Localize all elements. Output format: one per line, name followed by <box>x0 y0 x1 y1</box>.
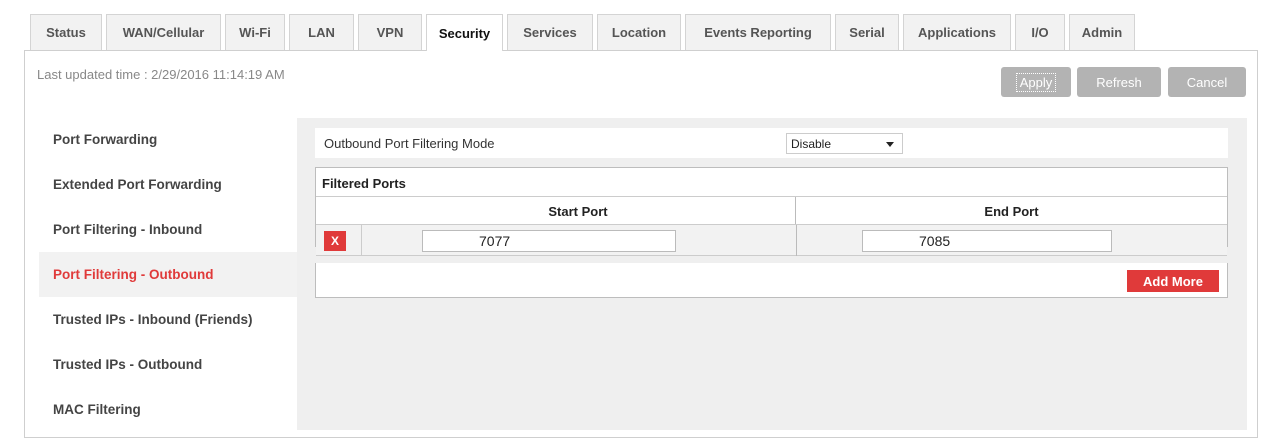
sidebar-item-label: Port Filtering - Outbound <box>53 267 214 282</box>
refresh-button-label: Refresh <box>1096 74 1142 90</box>
apply-button-label: Apply <box>1015 72 1057 92</box>
sidebar-item-extended-port-forwarding[interactable]: Extended Port Forwarding <box>39 162 297 207</box>
column-header-start-port: Start Port <box>361 197 796 225</box>
filtering-mode-value: Disable <box>791 136 832 151</box>
tab-admin[interactable]: Admin <box>1069 14 1135 50</box>
filtering-mode-label: Outbound Port Filtering Mode <box>324 136 495 151</box>
sidebar-item-label: Port Filtering - Inbound <box>53 222 203 237</box>
cancel-button-label: Cancel <box>1186 74 1228 90</box>
sidebar-item-label: Trusted IPs - Outbound <box>53 357 203 372</box>
end-port-input[interactable]: 7085 <box>862 230 1112 252</box>
apply-button[interactable]: Apply <box>1001 67 1071 97</box>
filtered-ports-title: Filtered Ports <box>322 176 406 191</box>
tab-label: Events Reporting <box>704 25 812 40</box>
tab-label: Wi-Fi <box>239 25 271 40</box>
delete-icon: X <box>330 234 339 248</box>
sidebar-item-label: Port Forwarding <box>53 132 158 147</box>
column-header-end-port: End Port <box>984 203 1039 219</box>
tab-label: Security <box>438 25 491 41</box>
tab-io[interactable]: I/O <box>1015 14 1065 50</box>
delete-row-button[interactable]: X <box>324 231 346 251</box>
tab-wifi[interactable]: Wi-Fi <box>225 14 285 50</box>
start-port-value: 7077 <box>479 233 511 249</box>
sidebar-item-label: Extended Port Forwarding <box>53 177 222 192</box>
last-updated-text: Last updated time : 2/29/2016 11:14:19 A… <box>37 67 285 82</box>
cancel-button[interactable]: Cancel <box>1168 67 1246 97</box>
sidebar-item-trusted-ips-outbound[interactable]: Trusted IPs - Outbound <box>39 342 297 387</box>
column-divider <box>361 225 362 256</box>
sidebar-item-port-filtering-outbound[interactable]: Port Filtering - Outbound <box>39 252 297 297</box>
tab-label: Admin <box>1081 25 1123 40</box>
sidebar-item-port-filtering-inbound[interactable]: Port Filtering - Inbound <box>39 207 297 252</box>
tab-status[interactable]: Status <box>30 14 102 50</box>
filtered-ports-table: Filtered Ports Start Port End Port X 707… <box>315 167 1228 256</box>
table-footer: Add More <box>315 263 1228 298</box>
tab-label: I/O <box>1031 25 1049 40</box>
tab-label: WAN/Cellular <box>122 25 205 40</box>
sidebar-item-mac-filtering[interactable]: MAC Filtering <box>39 387 297 432</box>
sidebar: Port Forwarding Extended Port Forwarding… <box>39 117 297 432</box>
main-frame: Last updated time : 2/29/2016 11:14:19 A… <box>24 50 1258 438</box>
tab-label: Status <box>46 25 86 40</box>
tab-location[interactable]: Location <box>597 14 681 50</box>
page: Status WAN/Cellular Wi-Fi LAN VPN Securi… <box>0 0 1269 446</box>
tab-wan-cellular[interactable]: WAN/Cellular <box>106 14 221 50</box>
filtering-mode-select[interactable]: Disable <box>786 133 903 154</box>
tab-vpn[interactable]: VPN <box>358 14 422 50</box>
tab-label: VPN <box>376 25 404 40</box>
add-more-label: Add More <box>1143 273 1203 289</box>
content-panel: Outbound Port Filtering Mode Disable Fil… <box>297 118 1247 430</box>
tab-services[interactable]: Services <box>507 14 593 50</box>
tab-label: Services <box>523 25 577 40</box>
tab-applications[interactable]: Applications <box>903 14 1011 50</box>
sidebar-item-label: MAC Filtering <box>53 402 141 417</box>
sidebar-item-trusted-ips-inbound[interactable]: Trusted IPs - Inbound (Friends) <box>39 297 297 342</box>
add-more-button[interactable]: Add More <box>1127 270 1219 292</box>
tab-label: Serial <box>849 25 885 40</box>
tab-label: Applications <box>917 25 996 40</box>
filtering-mode-row: Outbound Port Filtering Mode Disable <box>315 128 1228 158</box>
table-header: Start Port End Port <box>316 196 1227 225</box>
tab-label: Location <box>611 25 667 40</box>
sidebar-item-label: Trusted IPs - Inbound (Friends) <box>53 312 253 327</box>
tab-serial[interactable]: Serial <box>835 14 899 50</box>
end-port-value: 7085 <box>919 233 951 249</box>
tab-label: LAN <box>308 25 335 40</box>
tab-bar: Status WAN/Cellular Wi-Fi LAN VPN Securi… <box>30 14 1139 51</box>
tab-lan[interactable]: LAN <box>289 14 354 50</box>
column-divider <box>796 225 797 256</box>
tab-events-reporting[interactable]: Events Reporting <box>685 14 831 50</box>
chevron-down-icon <box>886 142 894 147</box>
tab-security[interactable]: Security <box>426 14 503 51</box>
refresh-button[interactable]: Refresh <box>1077 67 1161 97</box>
table-row: X 7077 7085 <box>316 224 1227 256</box>
sidebar-item-port-forwarding[interactable]: Port Forwarding <box>39 117 297 162</box>
start-port-input[interactable]: 7077 <box>422 230 676 252</box>
